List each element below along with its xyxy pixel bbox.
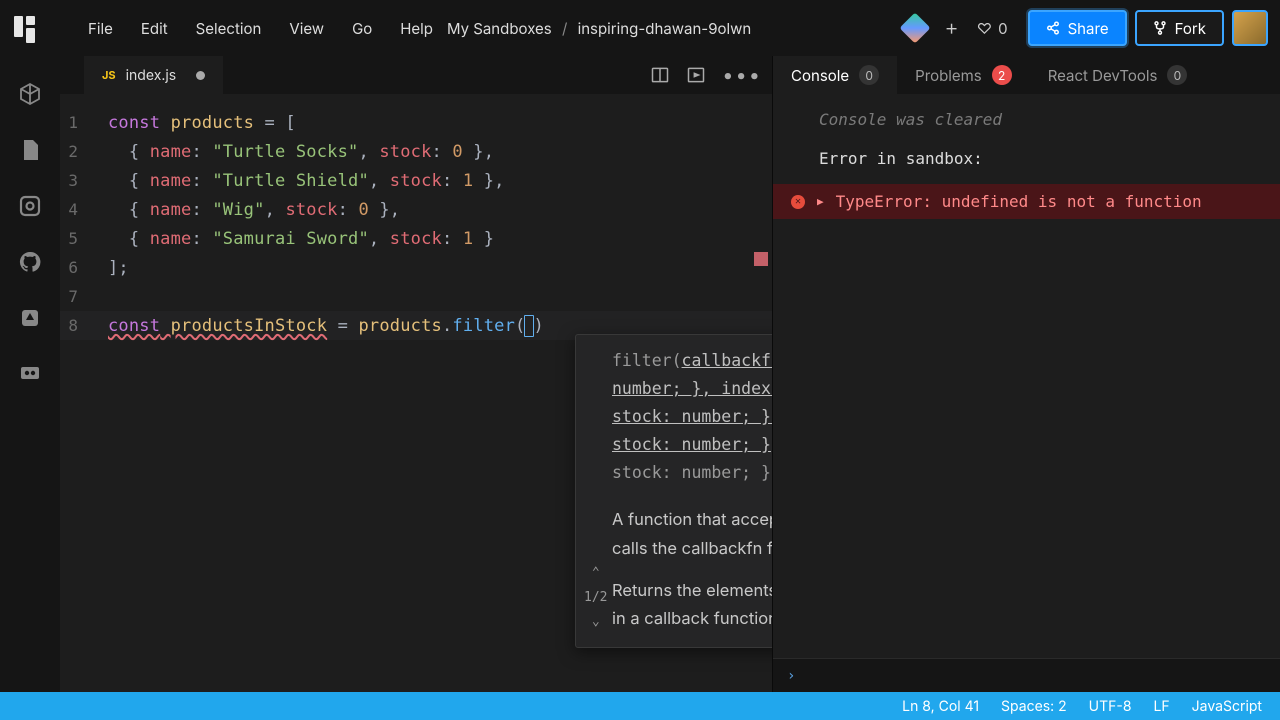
fork-button[interactable]: Fork: [1135, 10, 1224, 46]
console-error-row[interactable]: ✕ ▶ TypeError: undefined is not a functi…: [773, 184, 1280, 219]
menu-file[interactable]: File: [88, 19, 113, 38]
main-menu: File Edit Selection View Go Help: [88, 19, 433, 38]
console-cleared-msg: Console was cleared: [773, 106, 1280, 133]
status-encoding[interactable]: UTF-8: [1089, 698, 1132, 715]
deploy-icon[interactable]: [16, 304, 44, 332]
activity-bar: [0, 56, 60, 692]
line-number: 5: [60, 229, 108, 248]
fork-label: Fork: [1175, 19, 1206, 38]
line-number: 7: [60, 287, 108, 306]
csb-diamond-icon[interactable]: [900, 12, 931, 43]
file-icon[interactable]: [16, 136, 44, 164]
settings-icon[interactable]: [16, 192, 44, 220]
console-badge: 0: [859, 65, 879, 85]
line-number: 3: [60, 171, 108, 190]
split-editor-icon[interactable]: [650, 65, 670, 85]
editor-tabs: JS index.js •••: [60, 56, 772, 94]
signature-nav[interactable]: ⌃ 1/2 ⌄: [584, 562, 607, 632]
signature-help-popup: filter(callbackfn: (value: { name: strin…: [575, 334, 772, 648]
fork-icon: [1153, 21, 1167, 35]
code-editor[interactable]: 1const products = [ 2 { name: "Turtle So…: [60, 94, 772, 692]
breadcrumb-root[interactable]: My Sandboxes: [447, 19, 552, 38]
preview-icon[interactable]: [686, 65, 706, 85]
prompt-chevron-icon: ›: [787, 668, 795, 684]
line-number: 2: [60, 142, 108, 161]
breadcrumb-sep: /: [562, 19, 567, 38]
breadcrumb-name[interactable]: inspiring-dhawan-9olwn: [578, 19, 752, 38]
tab-index-js[interactable]: JS index.js: [84, 56, 223, 94]
line-number: 6: [60, 258, 108, 277]
github-icon[interactable]: [16, 248, 44, 276]
titlebar: File Edit Selection View Go Help My Sand…: [0, 0, 1280, 56]
editor-actions: •••: [650, 63, 762, 87]
problems-badge: 2: [992, 65, 1012, 85]
status-bar: Ln 8, Col 41 Spaces: 2 UTF-8 LF JavaScri…: [0, 692, 1280, 720]
header-actions: + ♡ 0: [904, 15, 1007, 41]
status-spaces[interactable]: Spaces: 2: [1001, 698, 1067, 715]
side-panel: Console 0 Problems 2 React DevTools 0 Co…: [772, 56, 1280, 692]
breadcrumb: My Sandboxes / inspiring-dhawan-9olwn: [447, 19, 751, 38]
panel-tabs: Console 0 Problems 2 React DevTools 0: [773, 56, 1280, 94]
status-language[interactable]: JavaScript: [1192, 698, 1262, 715]
menu-selection[interactable]: Selection: [196, 19, 262, 38]
signature-desc-2: Returns the elements of an array that me…: [612, 576, 772, 633]
js-badge-icon: JS: [102, 68, 116, 82]
explorer-icon[interactable]: [16, 80, 44, 108]
more-icon[interactable]: •••: [722, 63, 762, 87]
react-badge: 0: [1167, 65, 1187, 85]
live-icon[interactable]: [16, 360, 44, 388]
line-number: 1: [60, 113, 108, 132]
console-input[interactable]: ›: [773, 658, 1280, 692]
tab-problems[interactable]: Problems 2: [897, 56, 1030, 94]
new-sandbox-button[interactable]: +: [944, 15, 958, 41]
menu-help[interactable]: Help: [400, 19, 433, 38]
tab-react-devtools[interactable]: React DevTools 0: [1030, 56, 1206, 94]
error-icon: ✕: [791, 195, 805, 209]
likes-count: 0: [998, 19, 1007, 38]
user-avatar[interactable]: [1232, 10, 1268, 46]
expand-triangle-icon[interactable]: ▶: [817, 195, 824, 208]
tab-filename: index.js: [126, 67, 177, 84]
app-logo[interactable]: [12, 14, 40, 42]
chevron-down-icon[interactable]: ⌄: [592, 611, 600, 633]
status-eol[interactable]: LF: [1153, 698, 1169, 715]
menu-view[interactable]: View: [289, 19, 324, 38]
tab-console[interactable]: Console 0: [773, 56, 897, 94]
signature-text: filter(callbackfn: (value: { name: strin…: [612, 347, 772, 487]
heart-icon: ♡: [977, 19, 992, 38]
share-label: Share: [1068, 19, 1109, 38]
signature-index: 1/2: [584, 587, 607, 609]
status-position[interactable]: Ln 8, Col 41: [902, 698, 979, 715]
chevron-up-icon[interactable]: ⌃: [592, 562, 600, 584]
likes-counter[interactable]: ♡ 0: [977, 19, 1008, 38]
error-message: TypeError: undefined is not a function: [836, 192, 1202, 211]
unsaved-dot-icon: [196, 71, 205, 80]
share-button[interactable]: Share: [1028, 10, 1127, 46]
line-number: 8: [60, 316, 108, 335]
signature-desc-1: A function that accepts up to three argu…: [612, 505, 772, 562]
console-output: Console was cleared Error in sandbox: ✕ …: [773, 94, 1280, 658]
menu-go[interactable]: Go: [352, 19, 372, 38]
menu-edit[interactable]: Edit: [141, 19, 168, 38]
console-error-label: Error in sandbox:: [773, 145, 1280, 172]
line-number: 4: [60, 200, 108, 219]
share-icon: [1046, 21, 1060, 35]
